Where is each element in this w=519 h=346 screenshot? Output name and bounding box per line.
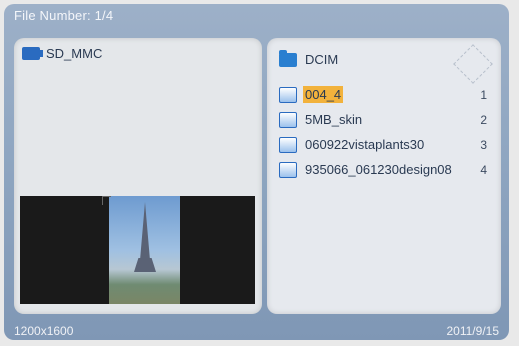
file-list: 004_4 1 5MB_skin 2 060922vistaplants30 3… xyxy=(279,82,493,182)
folder-dcim[interactable]: DCIM xyxy=(279,49,339,67)
device-label: SD_MMC xyxy=(46,46,103,61)
tower-base-shape xyxy=(134,258,156,272)
file-index: 4 xyxy=(480,163,487,177)
image-file-icon xyxy=(279,111,297,128)
file-index: 3 xyxy=(480,138,487,152)
up-folder-icon[interactable] xyxy=(453,44,493,84)
file-browser-panel: DCIM 004_4 1 5MB_skin 2 060922vistaplant… xyxy=(267,38,501,314)
file-item[interactable]: 935066_061230design08 4 xyxy=(279,157,493,182)
folder-icon xyxy=(279,49,297,67)
file-item[interactable]: 060922vistaplants30 3 xyxy=(279,132,493,157)
file-number-label: File Number: 1/4 xyxy=(14,8,114,23)
resolution-label: 1200x1600 xyxy=(14,324,74,338)
preview-photo xyxy=(109,196,180,304)
sd-card-icon xyxy=(22,47,43,60)
folder-label: DCIM xyxy=(305,52,339,67)
image-preview xyxy=(20,196,255,304)
screen: File Number: 1/4 SD_MMC DCIM 004_4 1 5MB… xyxy=(4,4,509,340)
file-item[interactable]: 5MB_skin 2 xyxy=(279,107,493,132)
file-name: 935066_061230design08 xyxy=(305,162,452,177)
date-label: 2011/9/15 xyxy=(446,324,500,338)
file-name: 060922vistaplants30 xyxy=(305,137,425,152)
file-index: 2 xyxy=(480,113,487,127)
image-file-icon xyxy=(279,86,297,103)
image-file-icon xyxy=(279,161,297,178)
file-item[interactable]: 004_4 1 xyxy=(279,82,493,107)
image-file-icon xyxy=(279,136,297,153)
file-index: 1 xyxy=(480,88,487,102)
preview-corner-marker xyxy=(102,196,111,205)
device-panel: SD_MMC xyxy=(14,38,262,314)
device-item[interactable]: SD_MMC xyxy=(22,46,102,61)
file-name: 5MB_skin xyxy=(305,112,363,127)
file-name: 004_4 xyxy=(303,86,344,103)
